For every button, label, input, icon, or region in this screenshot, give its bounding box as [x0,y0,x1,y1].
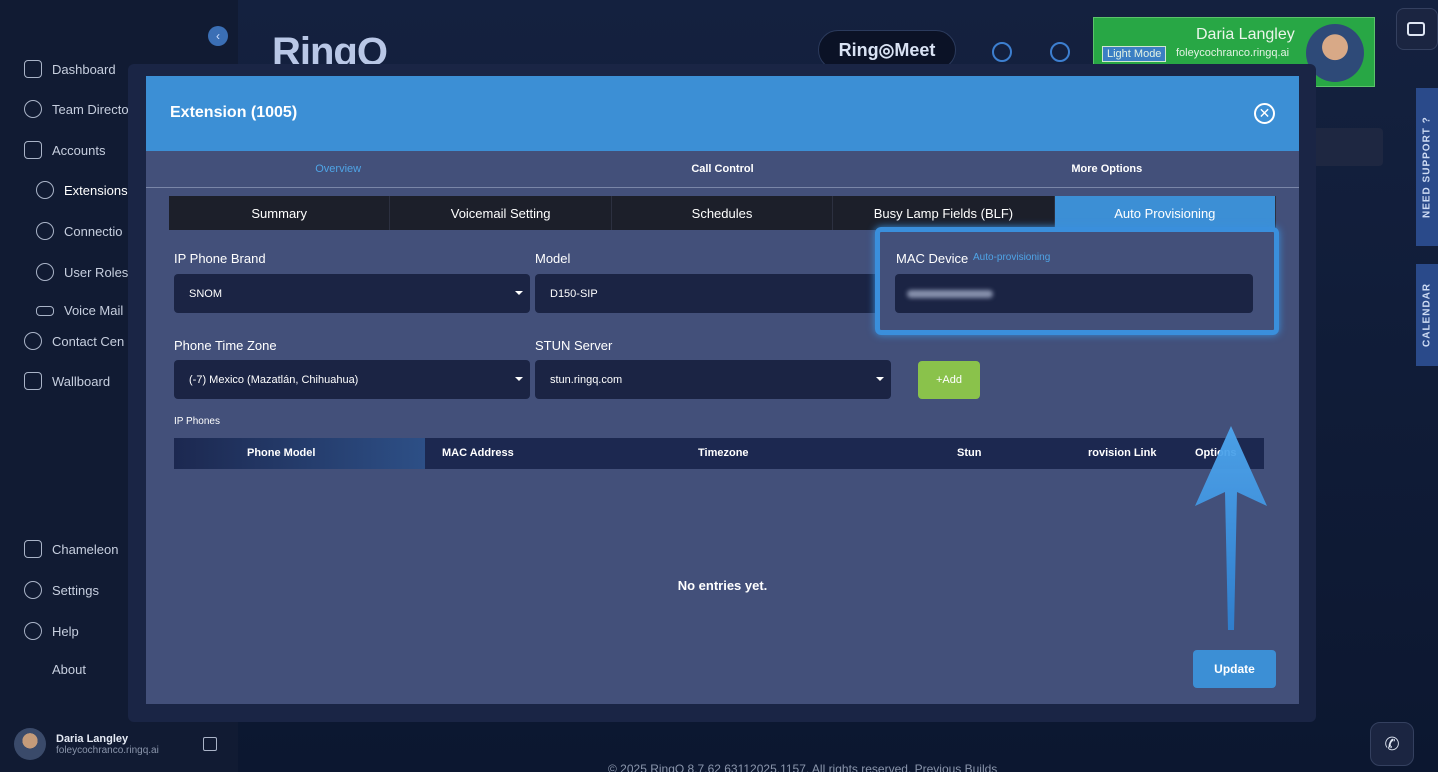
phone-icon: ✆ [1384,733,1400,754]
sidebar-item-team-directory[interactable]: Team Directo [24,100,129,118]
chevron-down-icon [515,377,523,381]
empty-state-text: No entries yet. [677,578,768,593]
footer-text: © 2025 RingQ 8.7.62 63112025.1157. All r… [608,762,998,772]
sidebar-item-settings[interactable]: Settings [24,581,99,599]
sidebar-user[interactable]: Daria Langley foleycochranco.ringq.ai [14,728,159,760]
brand-select[interactable]: SNOM [174,274,530,313]
mac-device-input[interactable] [895,274,1253,313]
profile-email: foleycochranco.ringq.ai [1176,47,1290,59]
gear-icon [24,581,42,599]
phone-dialer-button[interactable]: ✆ [1370,722,1414,766]
sidebar-user-name: Daria Langley [56,732,129,745]
need-support-tab[interactable]: NEED SUPPORT ? [1416,88,1438,246]
app-root: ‹ Dashboard Team Directo Accounts Extens… [0,0,1438,772]
column-provision-link: rovision Link [1088,447,1157,459]
tab-schedules[interactable]: Schedules [612,196,834,230]
wallboard-icon [24,372,42,390]
add-button[interactable]: +Add [918,361,980,399]
stun-select[interactable]: stun.ringq.com [535,360,891,399]
top-tabs: Overview Call Control More Options [146,151,1299,188]
sidebar-user-email: foleycochranco.ringq.ai [56,744,159,756]
close-icon[interactable]: ✕ [1254,103,1275,124]
model-select[interactable]: D150-SIP [535,274,875,313]
modal-title: Extension (1005) [170,104,298,121]
light-mode-toggle[interactable]: Light Mode [1102,46,1167,62]
sidebar-item-chameleon[interactable]: Chameleon [24,540,119,558]
chevron-down-icon [515,291,523,295]
video-camera-icon [1407,22,1425,36]
update-button[interactable]: Update [1193,650,1276,688]
sidebar-item-contact-center[interactable]: Contact Cen [24,332,124,350]
home-icon [24,60,42,78]
sidebar-item-wallboard[interactable]: Wallboard [24,372,110,390]
sidebar-item-about[interactable]: About [52,662,86,677]
tab-more-options[interactable]: More Options [915,151,1299,187]
sub-tabs: Summary Voicemail Setting Schedules Busy… [169,196,1277,230]
user-icon [36,263,54,281]
wifi-icon[interactable] [1050,42,1070,62]
sidebar-item-connections[interactable]: Connectio [36,222,123,240]
account-icon [24,141,42,159]
modal-header: Extension (1005) ✕ [146,76,1299,151]
extension-modal: Extension (1005) ✕ Overview Call Control… [146,76,1299,704]
profile-name: Daria Langley [1196,26,1295,43]
model-label: Model [535,251,571,266]
ip-phones-label: IP Phones [174,416,220,427]
sidebar-item-user-roles[interactable]: User Roles [36,263,128,281]
tab-voicemail-setting[interactable]: Voicemail Setting [390,196,612,230]
column-phone-model: Phone Model [247,447,316,459]
sidebar-item-accounts[interactable]: Accounts [24,141,105,159]
calendar-tab[interactable]: CALENDAR [1416,264,1438,366]
timezone-select[interactable]: (-7) Mexico (Mazatlán, Chihuahua) [174,360,530,399]
ip-phones-table-header: Phone Model MAC Address Timezone Stun ro… [174,438,1264,469]
avatar [14,728,46,760]
mac-device-label: MAC Device [896,251,969,266]
pointer-arrow-icon [1195,426,1267,630]
auto-provisioning-hint: Auto-provisioning [973,252,1051,263]
user-icon [24,100,42,118]
video-call-button[interactable] [1396,8,1438,50]
collapse-sidebar-button[interactable]: ‹ [208,26,228,46]
user-icon [36,181,54,199]
device-icon [24,540,42,558]
phone-icon [36,222,54,240]
blurred-mac-value [907,290,993,298]
sidebar-item-help[interactable]: Help [24,622,79,640]
sidebar-item-extensions[interactable]: Extensions [36,181,128,199]
timezone-label: Phone Time Zone [174,338,277,353]
column-stun: Stun [957,447,982,459]
tab-auto-provisioning[interactable]: Auto Provisioning [1054,196,1277,230]
help-icon [24,622,42,640]
sidebar-item-voice-mail[interactable]: Voice Mail [36,303,123,318]
column-timezone: Timezone [698,447,749,459]
logout-icon[interactable] [203,737,217,751]
phone-icon [24,332,42,350]
sidebar-item-dashboard[interactable]: Dashboard [24,60,116,78]
column-mac-address: MAC Address [442,447,514,459]
tab-call-control[interactable]: Call Control [530,151,914,187]
chevron-down-icon [876,377,884,381]
tab-summary[interactable]: Summary [169,196,391,230]
voicemail-icon [36,305,54,316]
brand-label: IP Phone Brand [174,251,266,266]
network-icon[interactable] [992,42,1012,62]
tab-blf[interactable]: Busy Lamp Fields (BLF) [833,196,1055,230]
tab-overview[interactable]: Overview [146,151,530,187]
stun-label: STUN Server [535,338,613,353]
